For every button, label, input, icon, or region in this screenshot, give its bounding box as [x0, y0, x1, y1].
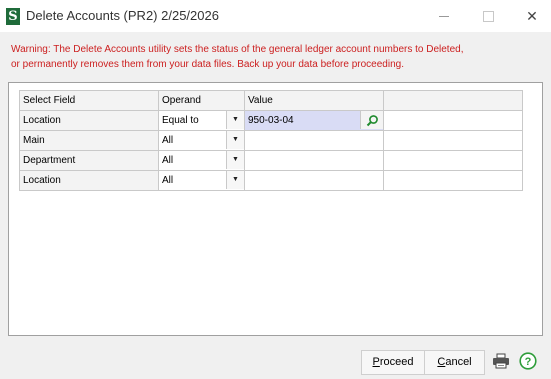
window-title: Delete Accounts (PR2) 2/25/2026 — [26, 8, 219, 23]
value-input[interactable] — [244, 170, 384, 191]
warning-line-1: Warning: The Delete Accounts utility set… — [11, 44, 464, 55]
grid-header-row: Select Field Operand Value — [19, 90, 523, 111]
chevron-down-icon[interactable]: ▼ — [226, 151, 244, 169]
chevron-down-icon[interactable]: ▼ — [226, 131, 244, 149]
proceed-label-rest: roceed — [379, 356, 414, 368]
table-row: Location All ▼ — [19, 170, 523, 191]
operand-value: All — [162, 135, 174, 146]
value-text: 950-03-04 — [248, 115, 294, 126]
proceed-mnemonic: P — [372, 356, 380, 368]
operand-dropdown[interactable]: All ▼ — [158, 130, 245, 151]
selection-grid: Select Field Operand Value Location Equa… — [19, 90, 523, 191]
chevron-down-icon[interactable]: ▼ — [226, 171, 244, 189]
column-header-select-field[interactable]: Select Field — [19, 90, 159, 111]
warning-message: Warning: The Delete Accounts utility set… — [11, 42, 541, 72]
proceed-button[interactable]: Proceed — [361, 350, 425, 375]
select-field-cell: Department — [19, 150, 159, 171]
blank-cell — [383, 170, 523, 191]
minimize-icon — [439, 15, 449, 17]
select-field-cell: Main — [19, 130, 159, 151]
operand-value: Equal to — [162, 115, 199, 126]
table-row: Main All ▼ — [19, 130, 523, 151]
operand-dropdown[interactable]: All ▼ — [158, 150, 245, 171]
blank-cell — [383, 150, 523, 171]
title-bar: S Delete Accounts (PR2) 2/25/2026 ✕ — [0, 0, 551, 32]
blank-cell — [383, 110, 523, 131]
operand-dropdown[interactable]: Equal to ▼ — [158, 110, 245, 131]
chevron-down-icon[interactable]: ▼ — [226, 111, 244, 129]
column-header-blank — [383, 90, 523, 111]
cancel-label-rest: ancel — [445, 356, 472, 368]
maximize-button[interactable] — [476, 6, 500, 26]
select-field-cell: Location — [19, 110, 159, 131]
value-input[interactable] — [244, 130, 384, 151]
warning-line-2: or permanently removes them from your da… — [11, 59, 404, 70]
maximize-icon — [482, 10, 494, 22]
table-row: Department All ▼ — [19, 150, 523, 171]
close-icon: ✕ — [526, 8, 538, 24]
operand-value: All — [162, 155, 174, 166]
table-row: Location Equal to ▼ 950-03-04 — [19, 110, 523, 131]
blank-cell — [383, 130, 523, 151]
lookup-button[interactable] — [360, 111, 383, 129]
app-icon[interactable]: S — [6, 8, 20, 25]
column-header-operand[interactable]: Operand — [158, 90, 245, 111]
magnifier-icon — [366, 114, 378, 126]
value-input[interactable]: 950-03-04 — [244, 110, 384, 131]
value-input[interactable] — [244, 150, 384, 171]
help-icon[interactable]: ? — [519, 352, 537, 370]
operand-value: All — [162, 175, 174, 186]
column-header-value[interactable]: Value — [244, 90, 384, 111]
minimize-button[interactable] — [432, 6, 456, 26]
operand-dropdown[interactable]: All ▼ — [158, 170, 245, 191]
cancel-button[interactable]: Cancel — [424, 350, 485, 375]
select-field-cell: Location — [19, 170, 159, 191]
close-button[interactable]: ✕ — [520, 6, 544, 26]
printer-icon[interactable] — [492, 353, 510, 369]
svg-text:?: ? — [525, 356, 532, 368]
selection-grid-panel: Select Field Operand Value Location Equa… — [8, 82, 543, 336]
